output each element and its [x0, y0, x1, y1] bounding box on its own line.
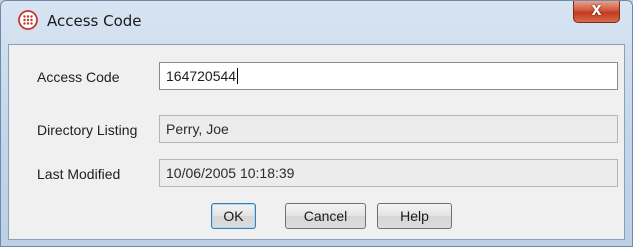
cancel-button[interactable]: Cancel — [285, 203, 366, 229]
dialog-title: Access Code — [47, 12, 142, 30]
directory-listing-label: Directory Listing — [37, 122, 138, 138]
access-code-value: 164720544 — [166, 68, 237, 84]
help-button[interactable]: Help — [377, 203, 452, 229]
text-caret — [237, 68, 239, 84]
last-modified-value: 10/06/2005 10:18:39 — [166, 165, 295, 181]
directory-listing-field: Perry, Joe — [159, 115, 618, 143]
last-modified-label: Last Modified — [37, 166, 121, 182]
title-bar[interactable]: Access Code X — [1, 1, 632, 43]
dialog-body: Access Code 164720544 Directory Listing … — [8, 44, 625, 240]
access-code-dialog: Access Code X Access Code 164720544 Dire… — [0, 0, 633, 247]
ok-button[interactable]: OK — [211, 203, 256, 229]
directory-listing-value: Perry, Joe — [166, 121, 229, 137]
close-icon: X — [591, 4, 602, 19]
last-modified-field: 10/06/2005 10:18:39 — [159, 159, 618, 187]
access-code-input[interactable]: 164720544 — [159, 62, 618, 90]
access-code-label: Access Code — [37, 69, 120, 85]
dialpad-icon — [18, 10, 38, 30]
close-button[interactable]: X — [573, 1, 620, 23]
